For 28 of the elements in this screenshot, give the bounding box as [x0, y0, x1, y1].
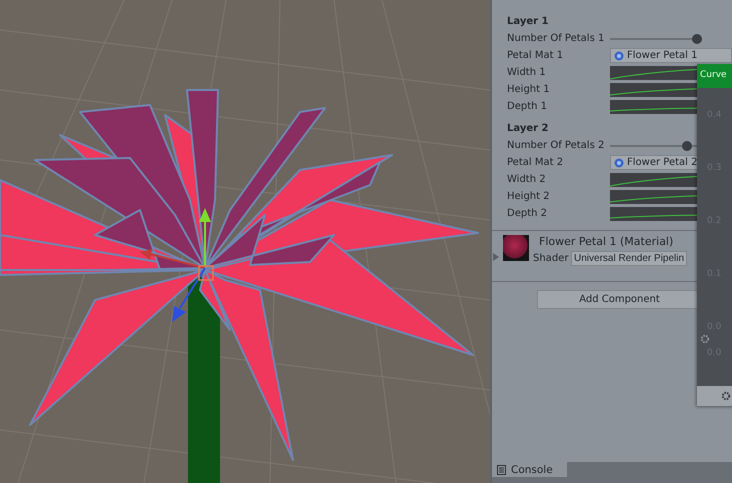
transform-gizmo-icon[interactable]	[140, 208, 214, 322]
section-heading: Layer 2	[507, 123, 550, 136]
field-label: Width 2	[507, 174, 547, 185]
list-icon	[497, 464, 506, 474]
shader-dropdown[interactable]: Universal Render Pipelin	[571, 251, 688, 266]
material-title: Flower Petal 1 (Material)	[539, 235, 674, 248]
console-tab[interactable]: Console	[492, 462, 567, 477]
field-label: Petal Mat 2	[507, 157, 564, 168]
section-heading: Layer 1	[507, 16, 550, 29]
field-label: Height 2	[507, 191, 551, 202]
material-icon	[614, 158, 624, 168]
slider-track[interactable]	[610, 32, 702, 44]
popup-title: Curve	[697, 64, 732, 88]
field-label: Height 1	[507, 84, 551, 95]
field-label: Depth 1	[507, 101, 548, 112]
field-label: Shader	[533, 253, 570, 264]
settings-icon[interactable]	[700, 334, 710, 344]
slider-thumb[interactable]	[682, 140, 692, 150]
settings-icon[interactable]	[721, 391, 731, 401]
field-label: Number Of Petals 1	[507, 33, 606, 44]
field-label: Width 1	[507, 67, 547, 78]
material-preview	[503, 235, 529, 261]
field-label: Petal Mat 1	[507, 50, 564, 61]
field-label: Depth 2	[507, 208, 548, 219]
material-field[interactable]: Flower Petal 1	[610, 48, 732, 63]
material-icon	[614, 50, 624, 60]
field-label: Number Of Petals 2	[507, 140, 606, 151]
slider-thumb[interactable]	[692, 34, 702, 44]
